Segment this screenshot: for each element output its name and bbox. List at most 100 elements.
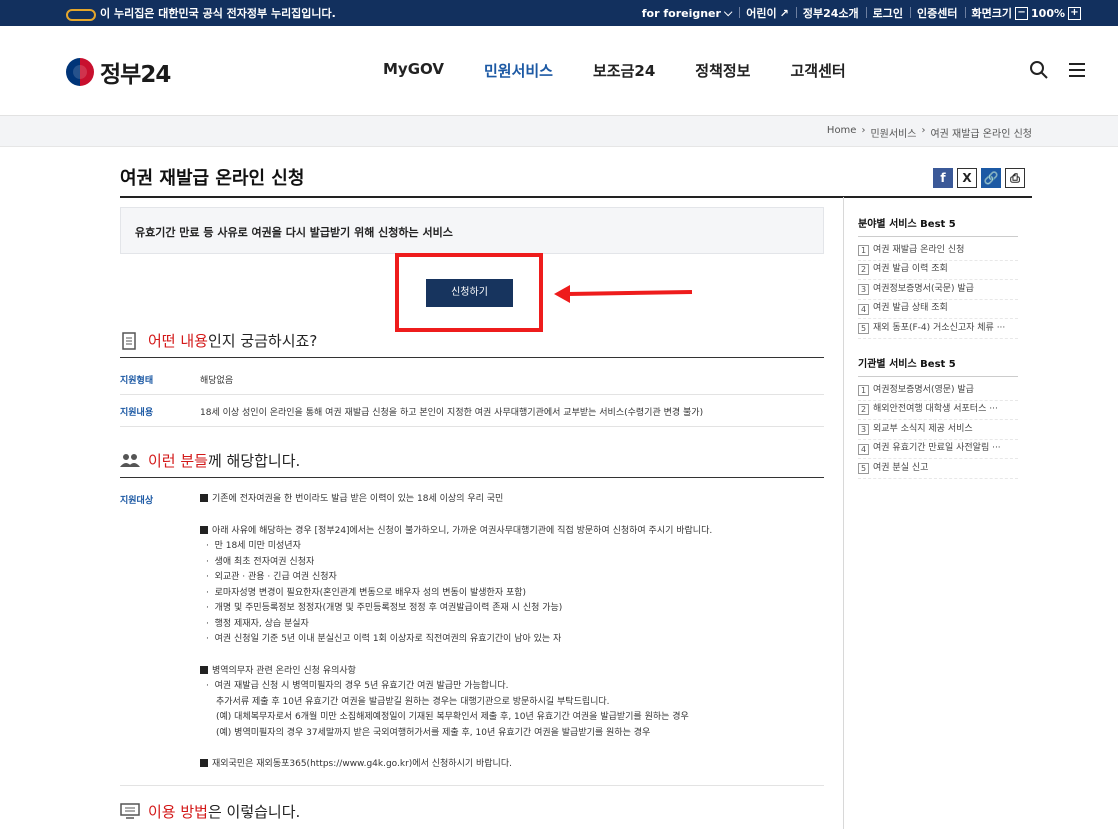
nav-civil-service[interactable]: 민원서비스 [484,60,553,81]
square-bullet-icon [200,759,208,767]
square-bullet-icon [200,494,208,502]
document-icon [120,331,138,350]
external-link-icon: ↗ [779,6,789,20]
field-value-support-content: 18세 이상 성인이 온라인을 통해 여권 재발급 신청을 하고 본인이 지정한… [200,408,704,418]
list-sub-item: (예) 대체복무자로서 6개월 미만 소집해제예정일이 기재된 복무확인서 제출… [216,712,689,722]
breadcrumb-current: 여권 재발급 온라인 신청 [930,129,1032,140]
link-for-foreigner[interactable]: for foreigner ⌵ [635,6,740,20]
section-how: 이용 방법은 이렇습니다. [120,801,300,822]
zoom-out-button[interactable]: − [1015,6,1029,20]
link-about[interactable]: 정부24소개 [795,5,866,21]
facebook-share-icon[interactable]: f [933,168,953,188]
gov-emblem-icon [66,7,96,21]
section-what-title: 어떤 내용인지 궁금하시죠? [148,332,318,350]
print-icon[interactable]: ⎙ [1005,168,1025,188]
list-item: · 외교관 · 관용 · 긴급 여권 신청자 [206,572,337,582]
list-item: · 행정 제재자, 상습 분실자 [206,618,309,629]
link-copy-icon[interactable]: 🔗 [981,168,1001,188]
gov-notice: 이 누리집은 대한민국 공식 전자정부 누리집입니다. [66,5,336,21]
sidebar-title-divider [858,376,1018,377]
chevron-right-icon: › [921,125,926,136]
link-login[interactable]: 로그인 [865,5,910,21]
list-item[interactable]: 3 여권정보증명서(국문) 발급 [858,280,1018,300]
taegeuk-logo-icon [66,58,94,86]
chevron-down-icon: ⌵ [723,6,733,19]
page-title: 여권 재발급 온라인 신청 [120,168,305,189]
list-item[interactable]: 4 여권 발급 상태 조회 [858,300,1018,320]
list-item[interactable]: 2 해외안전여행 대학생 서포터스 ··· [858,401,1018,421]
breadcrumb-home[interactable]: Home [827,125,857,140]
list-item: · 만 18세 미만 미성년자 [206,541,301,551]
monitor-icon [120,802,140,821]
section-divider [120,477,824,478]
highlight-box [395,253,543,332]
field-label-target: 지원대상 [120,496,154,506]
breadcrumb-bar: Home › 민원서비스 › 여권 재발급 온라인 신청 [0,116,1118,147]
field-value-support-type: 해당없음 [200,376,234,386]
search-icon[interactable] [1029,60,1049,80]
square-bullet-icon [200,525,208,534]
service-summary: 유효기간 만료 등 사유로 여권을 다시 발급받기 위해 신청하는 서비스 [120,207,824,254]
list-sub-item: 추가서류 제출 후 10년 유효기간 여권을 발급받길 원하는 경우는 대행기관… [216,696,610,707]
list-item: · 로마자성명 변경이 필요한자(혼인관계 변동으로 배우자 성의 변동이 발생… [206,587,527,598]
list-item[interactable]: 4 여권 유효기간 만료일 사전알림 ··· [858,440,1018,460]
list-item[interactable]: 1 여권 재발급 온라인 신청 [858,241,1018,261]
nav-policy[interactable]: 정책정보 [695,60,750,81]
list-sub-item: (예) 병역미필자의 경우 37세말까지 받은 국외여행허가서를 제출 후, 1… [216,727,651,738]
target-block-eligible: 기존에 전자여권을 한 번이라도 발급 받은 이력이 있는 18세 이상의 우리… [200,492,820,508]
share-tools: f X 🔗 ⎙ [933,168,1025,188]
zoom-in-button[interactable]: + [1068,6,1081,20]
section-who: 이런 분들께 해당합니다. [120,450,300,471]
section-how-title: 이용 방법은 이렇습니다. [148,803,301,821]
target-block-overseas: 재외국민은 재외동포365(https://www.g4k.go.kr)에서 신… [200,757,820,773]
row-divider [120,426,824,427]
nav-customer-center[interactable]: 고객센터 [790,60,845,81]
screen-size-control: 화면크기 − 100% + [964,5,1088,21]
chevron-right-icon: › [861,125,866,136]
people-icon [120,452,140,470]
arrow-left-icon [554,285,693,303]
field-label-support-content: 지원내용 [120,408,154,418]
gov-banner: 이 누리집은 대한민국 공식 전자정부 누리집입니다. for foreigne… [0,0,1118,26]
section-who-title: 이런 분들께 해당합니다. [148,452,301,470]
list-item[interactable]: 3 외교부 소식지 제공 서비스 [858,420,1018,440]
field-label-support-type: 지원형태 [120,376,154,386]
site-logo[interactable]: 정부24 [66,55,171,89]
best-field-list: 1 여권 재발급 온라인 신청 2 여권 발급 이력 조회 3 여권정보증명서(국문)… [858,241,1018,339]
list-item[interactable]: 1 여권정보증명서(영문) 발급 [858,381,1018,401]
menu-icon[interactable] [1067,60,1087,80]
list-item: · 개명 및 주민등록정보 정정자(개명 및 주민등록정보 정정 후 여권발급이… [206,603,563,613]
row-divider [120,785,824,786]
nav-mygov[interactable]: MyGOV [383,60,444,81]
main-nav: MyGOV 민원서비스 보조금24 정책정보 고객센터 [383,60,846,81]
nav-subsidy[interactable]: 보조금24 [593,60,655,81]
list-item[interactable]: 2 여권 발급 이력 조회 [858,261,1018,281]
list-item[interactable]: 5 재외 동포(F-4) 거소신고자 체류 ··· [858,319,1018,339]
link-auth-center[interactable]: 인증센터 [910,5,964,21]
list-item: · 여권 재발급 신청 시 병역미필자의 경우 5년 유효기간 여권 발급만 가… [206,681,509,691]
list-item[interactable]: 5 여권 분실 신고 [858,459,1018,479]
list-item: · 여권 신청일 기준 5년 이내 분실신고 이력 1회 이상자로 직전여권의 … [206,634,562,644]
square-bullet-icon [200,665,208,674]
breadcrumb-civil[interactable]: 민원서비스 [870,125,916,140]
list-item: · 생애 최초 전자여권 신청자 [206,556,315,567]
utility-links: for foreigner ⌵ 어린이 ↗ 정부24소개 로그인 인증센터 화면크기… [635,5,1088,21]
section-what: 어떤 내용인지 궁금하시죠? [120,330,317,351]
target-details: 기존에 전자여권을 한 번이라도 발급 받은 이력이 있는 18세 이상의 우리… [200,492,820,789]
best-org-list: 1 여권정보증명서(영문) 발급 2 해외안전여행 대학생 서포터스 ··· 3 외교… [858,381,1018,479]
breadcrumb: Home › 민원서비스 › 여권 재발급 온라인 신청 [827,125,1032,140]
row-divider [120,394,824,395]
title-divider [120,196,1032,198]
target-block-military: 병역의무자 관련 온라인 신청 유의사항 · 여권 재발급 신청 시 병역미필자… [200,664,820,742]
sidebar-title-divider [858,236,1018,237]
link-children[interactable]: 어린이 ↗ [739,5,796,21]
sidebar-best-field-title: 분야별 서비스 Best 5 [858,219,956,230]
target-block-excluded: 아래 사유에 해당하는 경우 [정부24]에서는 신청이 불가하오니, 가까운 … [200,524,820,648]
zoom-level: 100% [1031,6,1065,20]
site-header: 정부24 MyGOV 민원서비스 보조금24 정책정보 고객센터 [0,26,1118,116]
sidebar-divider [843,197,844,829]
x-share-icon[interactable]: X [957,168,977,188]
gov-notice-text: 이 누리집은 대한민국 공식 전자정부 누리집입니다. [100,7,336,20]
sidebar-best-org-title: 기관별 서비스 Best 5 [858,359,956,370]
section-divider [120,357,824,358]
